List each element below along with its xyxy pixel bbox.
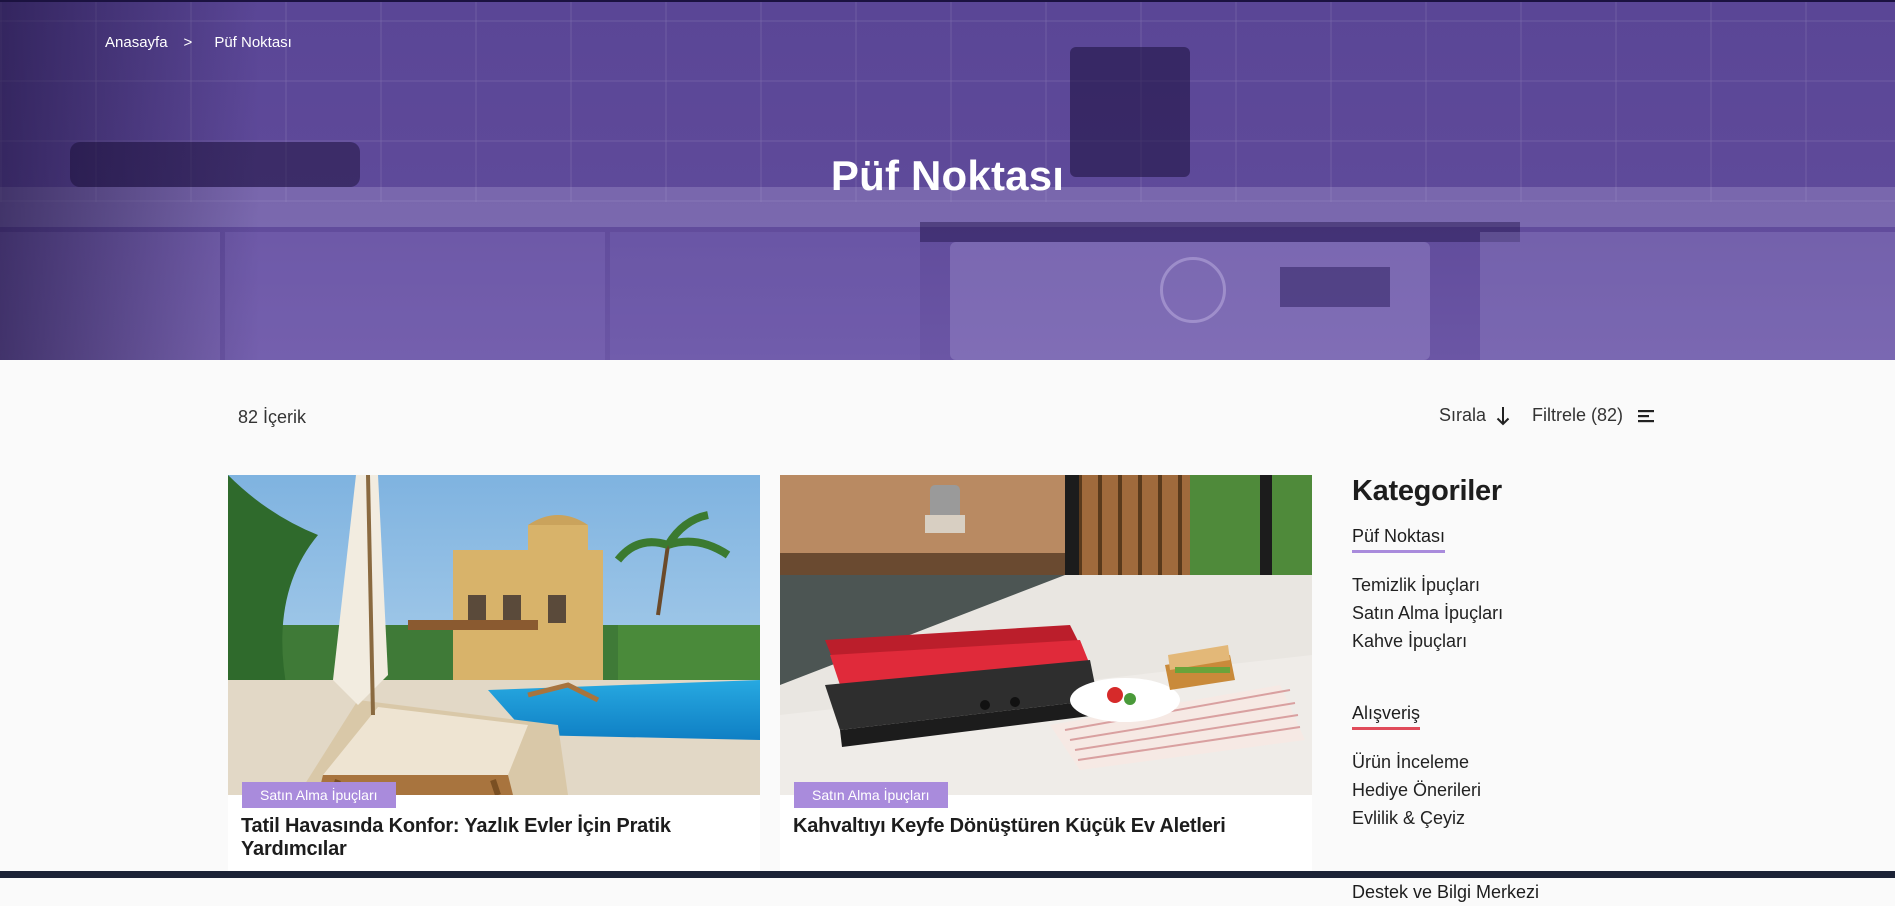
pool-scene-illustration xyxy=(228,475,760,795)
category-group-heading[interactable]: Püf Noktası xyxy=(1352,526,1446,553)
hero-washing-machine-panel xyxy=(1280,267,1390,307)
article-category-badge[interactable]: Satın Alma İpuçları xyxy=(794,782,948,808)
category-link[interactable]: Temizlik İpuçları xyxy=(1352,571,1682,599)
category-link[interactable]: Satın Alma İpuçları xyxy=(1352,599,1682,627)
grill-scene-illustration xyxy=(780,475,1312,795)
bottom-edge xyxy=(0,871,1895,878)
page-title: Püf Noktası xyxy=(830,152,1065,199)
category-list: Temizlik İpuçları Satın Alma İpuçları Ka… xyxy=(1352,571,1682,655)
breadcrumb-current: Püf Noktası xyxy=(214,34,292,51)
article-category-badge[interactable]: Satın Alma İpuçları xyxy=(242,782,396,808)
hero-cabinet xyxy=(1480,232,1895,360)
category-list: Ürün İnceleme Hediye Önerileri Evlilik &… xyxy=(1352,748,1682,832)
article-title[interactable]: Kahvaltıyı Keyfe Dönüştüren Küçük Ev Ale… xyxy=(793,815,1303,838)
sidebar-title: Kategoriler xyxy=(1352,475,1502,507)
hero-cabinet-shadow xyxy=(920,222,1520,242)
hero-cabinet xyxy=(225,232,605,360)
category-link[interactable]: Ürün İnceleme xyxy=(1352,748,1682,776)
filter-lines-icon xyxy=(1638,409,1655,422)
breadcrumb-home-link[interactable]: Anasayfa xyxy=(105,34,168,51)
article-card[interactable]: Satın Alma İpuçları Kahvaltıyı Keyfe Dön… xyxy=(780,475,1312,878)
article-card[interactable]: Satın Alma İpuçları Tatil Havasında Konf… xyxy=(228,475,760,878)
hero-washing-machine-door xyxy=(1160,257,1226,323)
breadcrumb-separator: > xyxy=(183,34,193,51)
category-group: Alışveriş Ürün İnceleme Hediye Önerileri… xyxy=(1352,685,1682,832)
filter-label: Filtrele (82) xyxy=(1532,405,1624,425)
sort-button[interactable]: Sırala xyxy=(1439,405,1510,426)
category-group-heading[interactable]: Destek ve Bilgi Merkezi xyxy=(1352,882,1539,906)
category-group-heading[interactable]: Alışveriş xyxy=(1352,703,1421,730)
filter-button[interactable]: Filtrele (82) xyxy=(1532,405,1655,426)
categories-sidebar: Kategoriler Püf Noktası Temizlik İpuçlar… xyxy=(1352,475,1682,906)
hero-banner: Anasayfa > Püf Noktası Püf Noktası xyxy=(0,2,1895,360)
article-image-pool[interactable] xyxy=(228,475,760,795)
category-link[interactable]: Evlilik & Çeyiz xyxy=(1352,804,1682,832)
category-link[interactable]: Hediye Önerileri xyxy=(1352,776,1682,804)
content-count: 82 İçerik xyxy=(238,407,307,427)
arrow-down-icon xyxy=(1496,406,1510,425)
category-group: Püf Noktası Temizlik İpuçları Satın Alma… xyxy=(1352,508,1682,655)
hero-cabinet xyxy=(610,232,920,360)
breadcrumb: Anasayfa > Püf Noktası xyxy=(105,34,292,51)
sort-label: Sırala xyxy=(1439,405,1487,425)
article-image-grill[interactable] xyxy=(780,475,1312,795)
category-link[interactable]: Kahve İpuçları xyxy=(1352,627,1682,655)
article-title[interactable]: Tatil Havasında Konfor: Yazlık Evler İçi… xyxy=(241,815,751,861)
